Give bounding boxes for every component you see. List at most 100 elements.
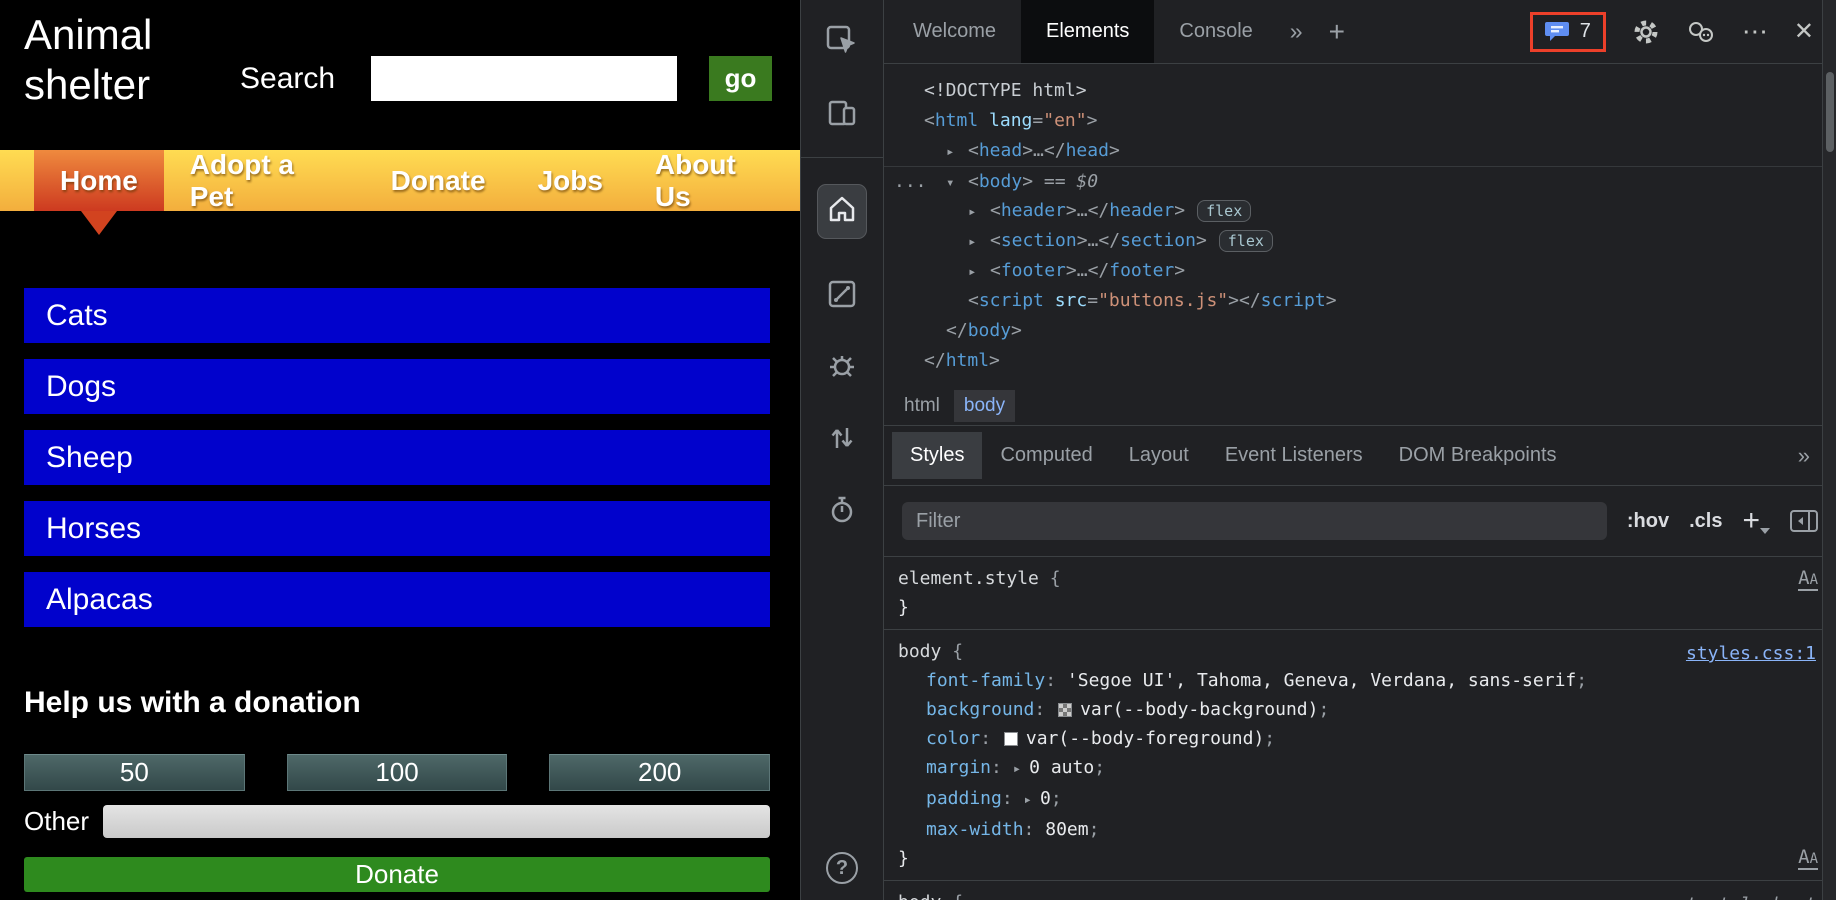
search-go-button[interactable]: go [709, 56, 773, 101]
css-property-line[interactable]: background: var(--body-background); [884, 695, 1836, 724]
tree-expander-icon[interactable]: ▸ [946, 137, 968, 167]
devtools-tab-console[interactable]: Console [1154, 0, 1277, 63]
activity-bar-divider [801, 157, 883, 158]
breadcrumb-html[interactable]: html [894, 390, 950, 422]
tree-expander-icon[interactable]: ▸ [968, 257, 990, 287]
search-label: Search [240, 61, 336, 95]
amount-button-50[interactable]: 50 [24, 754, 245, 791]
css-selector-line[interactable]: element.style { [884, 564, 1836, 593]
category-button-cats[interactable]: Cats [24, 288, 770, 343]
styles-tabs: Styles Computed Layout Event Listeners DOM B… [892, 432, 1575, 479]
devtools-panel: Welcome Elements Console » + 7 ⋯ ✕ <!DOCTY… [884, 0, 1836, 900]
donate-button[interactable]: Donate [24, 857, 770, 892]
dom-tree: <!DOCTYPE html> <html lang="en"> ▸ <head>…<… [884, 64, 1836, 386]
more-tabs-icon[interactable]: » [1278, 18, 1315, 45]
color-swatch-checker[interactable] [1058, 703, 1073, 717]
help-icon[interactable]: ? [826, 852, 858, 884]
scrollbar-thumb[interactable] [1826, 72, 1834, 152]
stylesheet-link[interactable]: styles.css:1 [1686, 639, 1816, 668]
dom-tree-node[interactable]: ▸ <footer>…</footer> [884, 256, 1836, 286]
other-amount-input[interactable] [103, 805, 770, 838]
dom-tree-node[interactable]: ▸ <header>…</header> flex [884, 196, 1836, 226]
search-row: Search go [240, 56, 773, 101]
amount-button-100[interactable]: 100 [286, 754, 508, 791]
style-filter-input[interactable] [902, 502, 1607, 540]
breadcrumb-body[interactable]: body [953, 389, 1016, 422]
site-title-line2: shelter [24, 60, 151, 108]
other-amount-label: Other [24, 806, 90, 836]
main-nav: Home Adopt a Pet Donate Jobs About Us [0, 149, 800, 235]
styles-tab-dom-breakpoints[interactable]: DOM Breakpoints [1381, 432, 1575, 479]
overflow-menu-icon[interactable]: ⋯ [1742, 16, 1768, 47]
settings-gear-icon[interactable] [1632, 18, 1660, 46]
css-property-line[interactable]: max-width: 80em; [884, 815, 1836, 844]
selected-node-marker: == $0 [1033, 171, 1099, 192]
hover-state-toggle[interactable]: :hov [1627, 510, 1669, 533]
styles-tab-event-listeners[interactable]: Event Listeners [1207, 432, 1381, 479]
flex-badge[interactable]: flex [1197, 200, 1252, 222]
category-button-horses[interactable]: Horses [24, 501, 770, 556]
issues-counter[interactable]: 7 [1580, 20, 1591, 43]
devtools-tab-welcome[interactable]: Welcome [888, 0, 1021, 63]
css-property-line[interactable]: color: var(--body-foreground); [884, 724, 1836, 753]
css-property-line[interactable]: font-family: 'Segoe UI', Tahoma, Geneva,… [884, 666, 1836, 695]
browser-viewport: Animal shelter Search go Home Adopt a Pet… [0, 0, 800, 900]
debugger-icon[interactable] [825, 349, 859, 383]
other-amount-row: Other [24, 805, 770, 838]
value-expander-icon[interactable]: ▸ [1013, 755, 1021, 784]
site-title-line1: Animal [24, 11, 153, 58]
feedback-icon[interactable] [1686, 20, 1716, 44]
inspect-element-icon[interactable] [825, 24, 859, 58]
elements-panel-icon[interactable] [825, 277, 859, 311]
css-property-line[interactable]: padding: ▸ 0; [884, 784, 1836, 815]
amount-button-200[interactable]: 200 [549, 754, 771, 791]
add-tab-button[interactable]: + [1315, 16, 1359, 48]
class-toggle[interactable]: .cls [1689, 510, 1722, 533]
issues-icon[interactable] [1544, 20, 1571, 44]
styles-pane: element.style {} AA body {styles.css:1 font… [884, 557, 1836, 900]
hidden-nodes-ellipsis[interactable]: ... [894, 167, 927, 197]
css-property-line[interactable]: margin: ▸ 0 auto; [884, 753, 1836, 784]
tree-expander-icon[interactable]: ▸ [968, 197, 990, 227]
category-button-sheep[interactable]: Sheep [24, 430, 770, 485]
font-editor-icon[interactable]: AA [1798, 848, 1818, 870]
dom-tree-node[interactable]: ▸ <section>…</section> flex [884, 226, 1836, 256]
close-devtools-button[interactable]: ✕ [1794, 17, 1814, 46]
styles-tab-strip: Styles Computed Layout Event Listeners DOM B… [884, 426, 1836, 486]
styles-filter-row: :hov .cls + [884, 486, 1836, 557]
nav-item-adopt-a-pet[interactable]: Adopt a Pet [164, 149, 365, 212]
styles-tab-computed[interactable]: Computed [982, 432, 1110, 479]
nav-item-donate[interactable]: Donate [365, 150, 512, 211]
nav-item-about-us[interactable]: About Us [629, 149, 800, 212]
performance-icon[interactable] [825, 493, 859, 527]
value-expander-icon[interactable]: ▸ [1024, 786, 1032, 815]
network-icon[interactable] [825, 421, 859, 455]
device-toolbar-icon[interactable] [825, 96, 859, 130]
devtools-scrollbar[interactable] [1822, 0, 1836, 900]
dom-tree-node[interactable]: ... ▾ <body> == $0 [884, 166, 1836, 196]
dom-tree-node[interactable]: <html lang="en"> [884, 106, 1836, 136]
dom-tree-node[interactable]: </html> [884, 346, 1836, 376]
flex-badge[interactable]: flex [1218, 230, 1273, 252]
devtools-tab-elements[interactable]: Elements [1021, 0, 1155, 63]
nav-item-jobs[interactable]: Jobs [512, 150, 629, 211]
dom-tree-node[interactable]: ▸ <head>…</head> [884, 136, 1836, 166]
dom-tree-node[interactable]: <!DOCTYPE html> [884, 76, 1836, 106]
category-button-dogs[interactable]: Dogs [24, 359, 770, 414]
dom-tree-node[interactable]: </body> [884, 316, 1836, 346]
computed-sidebar-toggle-icon[interactable] [1790, 510, 1818, 532]
search-input[interactable] [371, 56, 678, 101]
color-swatch-white[interactable] [1003, 732, 1018, 746]
category-button-alpacas[interactable]: Alpacas [24, 572, 770, 627]
tree-expander-icon[interactable]: ▾ [946, 168, 968, 198]
tree-expander-icon[interactable]: ▸ [968, 227, 990, 257]
dom-tree-node[interactable]: <script src="buttons.js"></script> [884, 286, 1836, 316]
styles-tab-styles[interactable]: Styles [892, 432, 983, 479]
devtools-tabs: Welcome Elements Console [888, 0, 1278, 63]
styles-tab-layout[interactable]: Layout [1111, 432, 1207, 479]
font-editor-icon[interactable]: AA [1798, 569, 1818, 591]
activity-home-button[interactable] [817, 184, 867, 239]
nav-item-home[interactable]: Home [34, 150, 164, 235]
category-list: Cats Dogs Sheep Horses Alpacas [24, 288, 770, 627]
new-style-rule-button[interactable]: + [1742, 504, 1770, 538]
